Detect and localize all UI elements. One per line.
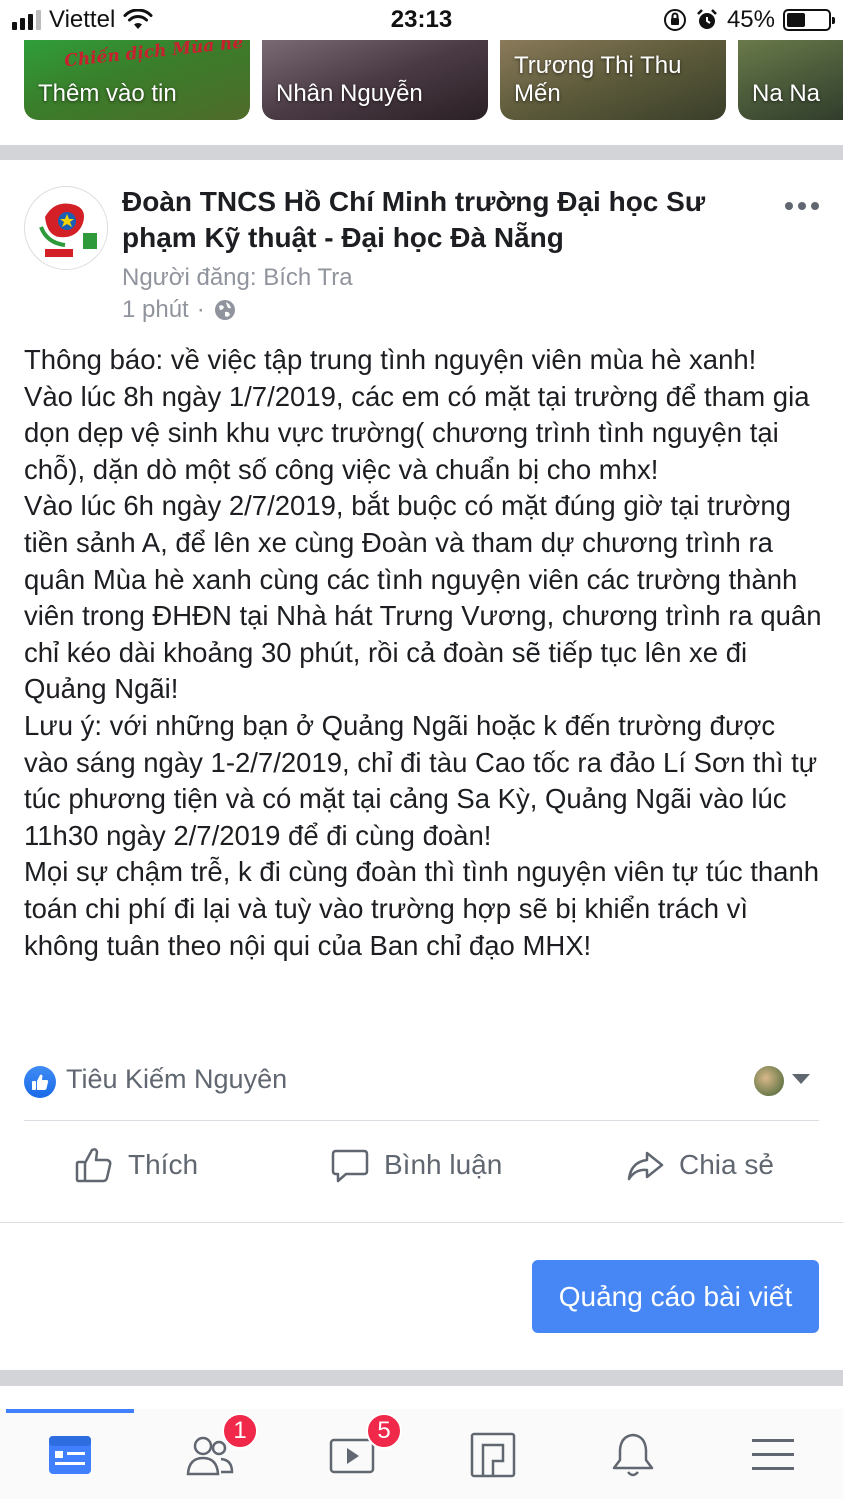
tab-notifications[interactable] [603,1427,663,1483]
like-button[interactable]: Thích [74,1140,198,1190]
post-text: Thông báo: về việc tập trung tình nguyện… [24,342,824,964]
story-label: Nhân Nguyễn [276,80,423,107]
dot [785,202,793,210]
comment-label: Bình luận [384,1149,503,1180]
comment-icon [331,1149,369,1183]
commenter-avatar[interactable] [752,1064,786,1098]
alarm-icon [697,9,717,29]
bell-icon [612,1433,654,1477]
story-card-add[interactable]: Chiến dịch Mùa hè Thêm vào tin [24,40,250,120]
story-card[interactable]: Trương Thị Thu Mến [500,40,726,120]
dot [811,202,819,210]
story-card[interactable]: Na Na [738,40,843,120]
post-time[interactable]: 1 phút [122,296,189,324]
story-card[interactable]: Nhân Nguyễn [262,40,488,120]
active-tab-indicator [6,1409,134,1413]
like-label: Thích [128,1149,199,1180]
stories-tray: Chiến dịch Mùa hè Thêm vào tin Nhân Nguy… [0,40,843,145]
pages-icon [470,1432,516,1478]
more-options-button[interactable] [780,196,824,216]
page-avatar[interactable] [24,186,108,270]
reactor-name[interactable]: Tiêu Kiếm Nguyên [66,1064,287,1095]
boost-post-button[interactable]: Quảng cáo bài viết [532,1260,819,1333]
battery-icon [783,9,835,31]
post-meta: 1 phút · [122,296,237,324]
status-bar: Viettel 23:13 45% [0,0,843,40]
friends-badge: 1 [222,1413,258,1449]
share-label: Chia sẻ [679,1149,774,1180]
post-paragraph: 11h30 ngày 2/7/2019 để đi cùng đoàn! [24,819,492,851]
thumbs-up-outline-icon [75,1148,112,1183]
post-paragraph: Vào lúc 8h ngày 1/7/2019, các em có mặt … [24,380,810,485]
tab-menu[interactable] [743,1427,803,1483]
tab-news-feed[interactable] [40,1427,100,1483]
post-paragraph: Thông báo: về việc tập trung tình nguyện… [24,344,757,375]
divider [24,1120,819,1121]
story-label: Thêm vào tin [38,80,177,107]
posted-by: Người đăng: Bích Tra [122,264,353,291]
section-divider [0,145,843,160]
story-banner: Chiến dịch Mùa hè [63,40,245,72]
orientation-lock-icon [663,9,686,31]
page-name[interactable]: Đoàn TNCS Hồ Chí Minh trường Đại học Sư … [122,184,742,256]
divider [0,1222,843,1223]
meta-separator: · [196,296,205,323]
tab-pages[interactable] [463,1427,523,1483]
hamburger-menu-icon [752,1439,794,1470]
post-paragraph: Mọi sự chậm trễ, k đi cùng đoàn thì tình… [24,856,820,961]
tab-friends[interactable]: 1 [180,1413,258,1483]
share-button[interactable]: Chia sẻ [625,1140,774,1190]
tab-watch[interactable]: 5 [322,1413,402,1483]
story-label: Trương Thị Thu Mến [514,52,682,107]
comment-button[interactable]: Bình luận [330,1140,502,1190]
like-reaction-icon[interactable] [24,1066,56,1098]
dot [798,202,806,210]
thumbs-up-icon [32,1074,49,1090]
globe-icon [214,300,235,320]
news-feed-icon [49,1436,91,1474]
story-label: Na Na [752,80,821,107]
watch-badge: 5 [366,1413,402,1449]
bottom-tab-bar: 1 5 [0,1409,843,1499]
post-paragraph: Vào lúc 6h ngày 2/7/2019, bắt buộc có mặ… [24,490,822,705]
section-divider [0,1370,843,1386]
chevron-down-icon[interactable] [792,1074,810,1084]
post-paragraph: Lưu ý: với những bạn ở Quảng Ngãi hoặc k… [24,709,818,815]
battery-percent: 45% [726,6,775,33]
youth-union-logo-icon [26,188,107,269]
share-icon [627,1151,664,1181]
